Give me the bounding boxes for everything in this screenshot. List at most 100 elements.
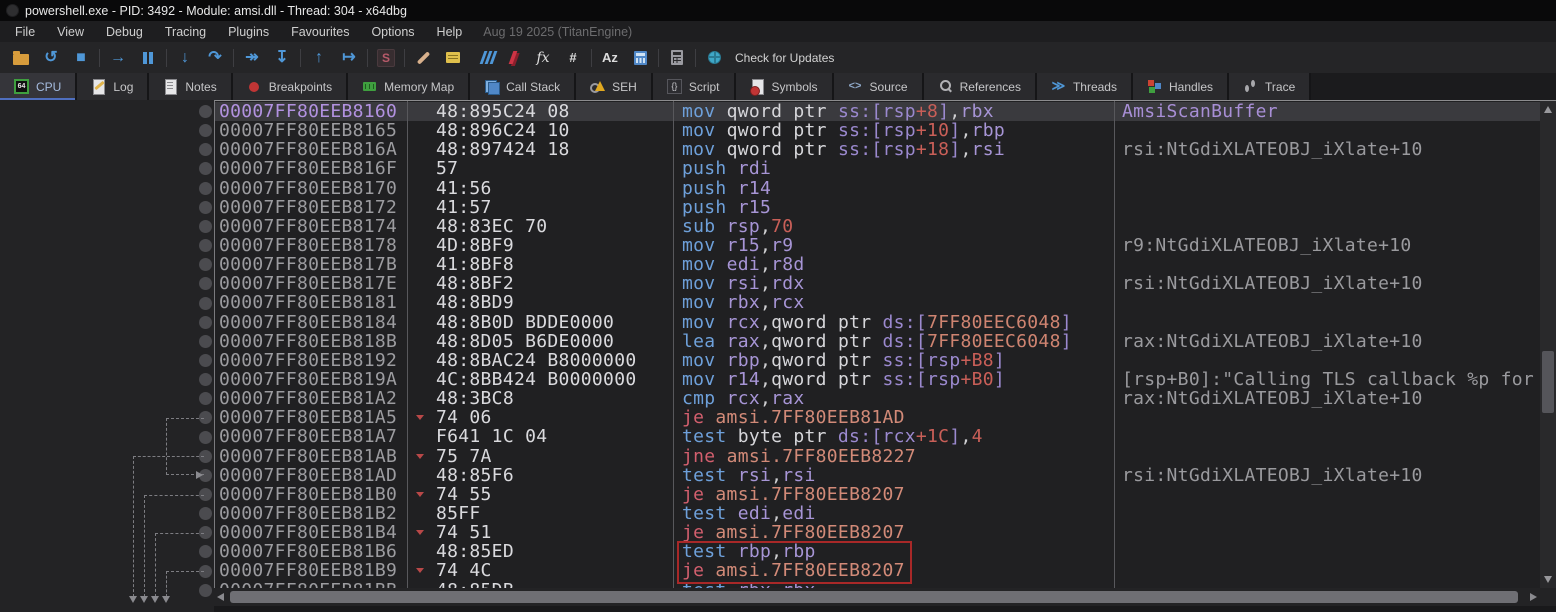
- disassembly-cell[interactable]: mov qword ptr ss:[rsp+10],rbp: [673, 121, 1114, 140]
- comment-pencil-icon[interactable]: [408, 46, 438, 70]
- breakpoint-dot[interactable]: [199, 239, 212, 252]
- menu-item-help[interactable]: Help: [426, 25, 474, 39]
- breakpoint-dot[interactable]: [199, 277, 212, 290]
- address-cell[interactable]: 00007FF80EEB81B9: [215, 561, 407, 580]
- bytes-cell[interactable]: 48:85DB: [407, 581, 673, 588]
- scroll-up-arrow-icon[interactable]: [1544, 106, 1552, 113]
- scroll-right-arrow-icon[interactable]: [1530, 593, 1537, 601]
- address-cell[interactable]: 00007FF80EEB8184: [215, 313, 407, 332]
- menu-item-favourites[interactable]: Favourites: [280, 25, 360, 39]
- highlight-mode-icon[interactable]: [468, 46, 498, 70]
- comment-cell[interactable]: [1114, 313, 1540, 332]
- instruction-row[interactable]: 00007FF80EEB817E48:8BF2mov rsi,rdxrsi:Nt…: [215, 274, 1540, 293]
- address-cell[interactable]: 00007FF80EEB819A: [215, 370, 407, 389]
- disassembly-cell[interactable]: push r14: [673, 179, 1114, 198]
- menu-item-view[interactable]: View: [46, 25, 95, 39]
- disassembly-cell[interactable]: mov r15,r9: [673, 236, 1114, 255]
- address-cell[interactable]: 00007FF80EEB816F: [215, 159, 407, 178]
- bytes-cell[interactable]: 48:8BF2: [407, 274, 673, 293]
- address-cell[interactable]: 00007FF80EEB8181: [215, 293, 407, 312]
- comment-cell[interactable]: [1114, 198, 1540, 217]
- address-cell[interactable]: 00007FF80EEB81A2: [215, 389, 407, 408]
- vertical-scrollbar[interactable]: [1540, 100, 1556, 588]
- menu-item-options[interactable]: Options: [360, 25, 425, 39]
- disassembly-cell[interactable]: je amsi.7FF80EEB8207: [673, 561, 1114, 580]
- bytes-cell[interactable]: 48:895C24 08: [407, 102, 673, 121]
- bytes-cell[interactable]: 4D:8BF9: [407, 236, 673, 255]
- tab-breakpoints[interactable]: Breakpoints: [233, 73, 348, 100]
- disassembly-cell[interactable]: cmp rcx,rax: [673, 389, 1114, 408]
- comment-cell[interactable]: [1114, 485, 1540, 504]
- bytes-cell[interactable]: 74 06: [407, 408, 673, 427]
- bytes-cell[interactable]: 48:897424 18: [407, 140, 673, 159]
- bytes-cell[interactable]: 48:8D05 B6DE0000: [407, 332, 673, 351]
- disassembly-cell[interactable]: mov rsi,rdx: [673, 274, 1114, 293]
- disassembly-cell[interactable]: mov qword ptr ss:[rsp+8],rbx: [673, 102, 1114, 121]
- address-cell[interactable]: 00007FF80EEB8165: [215, 121, 407, 140]
- instruction-row[interactable]: 00007FF80EEB81B974 4Cje amsi.7FF80EEB820…: [215, 561, 1540, 580]
- instruction-row[interactable]: 00007FF80EEB818B48:8D05 B6DE0000lea rax,…: [215, 332, 1540, 351]
- bytes-cell[interactable]: 74 51: [407, 523, 673, 542]
- run-to-user-code-icon[interactable]: ↦: [334, 46, 364, 70]
- menu-item-file[interactable]: File: [4, 25, 46, 39]
- disassembly-cell[interactable]: test rsi,rsi: [673, 466, 1114, 485]
- column-separator-disasm-comment[interactable]: [1114, 101, 1115, 588]
- comment-cell[interactable]: [1114, 561, 1540, 580]
- font-icon[interactable]: Az: [595, 46, 625, 70]
- disassembly-cell[interactable]: jne amsi.7FF80EEB8227: [673, 447, 1114, 466]
- breakpoint-dot[interactable]: [199, 335, 212, 348]
- bytes-cell[interactable]: 48:8BAC24 B8000000: [407, 351, 673, 370]
- tab-source[interactable]: <>Source: [834, 73, 924, 100]
- bytes-cell[interactable]: 48:85ED: [407, 542, 673, 561]
- run-icon[interactable]: →: [103, 46, 133, 70]
- address-cell[interactable]: 00007FF80EEB816A: [215, 140, 407, 159]
- instruction-row[interactable]: 00007FF80EEB81B285FFtest edi,edi: [215, 504, 1540, 523]
- menu-item-debug[interactable]: Debug: [95, 25, 154, 39]
- tab-handles[interactable]: Handles: [1133, 73, 1229, 100]
- address-cell[interactable]: 00007FF80EEB8172: [215, 198, 407, 217]
- instruction-row[interactable]: 00007FF80EEB81AB75 7Ajne amsi.7FF80EEB82…: [215, 447, 1540, 466]
- disassembly-cell[interactable]: mov rbp,qword ptr ss:[rsp+B8]: [673, 351, 1114, 370]
- comment-cell[interactable]: [1114, 542, 1540, 561]
- log-table-icon[interactable]: [662, 46, 692, 70]
- check-updates-icon[interactable]: [699, 46, 729, 70]
- comment-cell[interactable]: [1114, 159, 1540, 178]
- instruction-row[interactable]: 00007FF80EEB817B41:8BF8mov edi,r8d: [215, 255, 1540, 274]
- disassembly-cell[interactable]: test rbp,rbp: [673, 542, 1114, 561]
- address-cell[interactable]: 00007FF80EEB8192: [215, 351, 407, 370]
- run-up-icon[interactable]: ↑: [304, 46, 334, 70]
- open-file-icon[interactable]: [6, 46, 36, 70]
- instruction-row[interactable]: 00007FF80EEB817448:83EC 70sub rsp,70: [215, 217, 1540, 236]
- disassembly-table[interactable]: 00007FF80EEB816048:895C24 08mov qword pt…: [214, 100, 1540, 588]
- breakpoint-dot[interactable]: [199, 105, 212, 118]
- step-out-icon[interactable]: ↧: [267, 46, 297, 70]
- address-cell[interactable]: 00007FF80EEB81A5: [215, 408, 407, 427]
- instruction-row[interactable]: 00007FF80EEB816A48:897424 18mov qword pt…: [215, 140, 1540, 159]
- disassembly-cell[interactable]: test edi,edi: [673, 504, 1114, 523]
- disassembly-cell[interactable]: mov qword ptr ss:[rsp+18],rsi: [673, 140, 1114, 159]
- pause-icon[interactable]: [133, 46, 163, 70]
- comment-cell[interactable]: [1114, 408, 1540, 427]
- address-cell[interactable]: 00007FF80EEB817E: [215, 274, 407, 293]
- assemble-fx-icon[interactable]: fx: [528, 46, 558, 70]
- address-cell[interactable]: 00007FF80EEB817B: [215, 255, 407, 274]
- address-cell[interactable]: 00007FF80EEB81B2: [215, 504, 407, 523]
- disassembly-cell[interactable]: je amsi.7FF80EEB8207: [673, 485, 1114, 504]
- comment-cell[interactable]: rsi:NtGdiXLATEOBJ_iXlate+10: [1114, 274, 1540, 293]
- address-cell[interactable]: 00007FF80EEB8174: [215, 217, 407, 236]
- bytes-cell[interactable]: 74 4C: [407, 561, 673, 580]
- address-cell[interactable]: 00007FF80EEB8178: [215, 236, 407, 255]
- bytes-cell[interactable]: 41:56: [407, 179, 673, 198]
- disassembly-cell[interactable]: lea rax,qword ptr ds:[7FF80EEC6048]: [673, 332, 1114, 351]
- hash-icon[interactable]: #: [558, 46, 588, 70]
- tab-notes[interactable]: Notes: [149, 73, 232, 100]
- column-separator-address-bytes[interactable]: [407, 101, 408, 588]
- instruction-row[interactable]: 00007FF80EEB81B474 51je amsi.7FF80EEB820…: [215, 523, 1540, 542]
- address-cell[interactable]: 00007FF80EEB8170: [215, 179, 407, 198]
- disassembly-cell[interactable]: mov edi,r8d: [673, 255, 1114, 274]
- tab-log[interactable]: Log: [77, 73, 149, 100]
- address-cell[interactable]: 00007FF80EEB81BB: [215, 581, 407, 588]
- instruction-row[interactable]: 00007FF80EEB816548:896C24 10mov qword pt…: [215, 121, 1540, 140]
- disassembly-cell[interactable]: mov rcx,qword ptr ds:[7FF80EEC6048]: [673, 313, 1114, 332]
- comment-cell[interactable]: [1114, 217, 1540, 236]
